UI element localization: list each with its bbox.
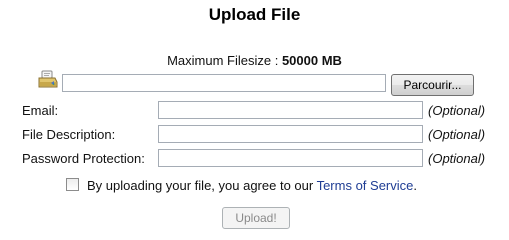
max-filesize-info: Maximum Filesize : 50000 MB	[0, 53, 509, 68]
email-field[interactable]	[158, 101, 423, 119]
upload-button[interactable]: Upload!	[222, 207, 290, 229]
terms-text: By uploading your file, you agree to our	[87, 178, 317, 193]
terms-statement: By uploading your file, you agree to our…	[87, 177, 417, 194]
description-label: File Description:	[22, 127, 116, 142]
file-path-field[interactable]	[62, 74, 386, 92]
description-field[interactable]	[158, 125, 423, 143]
browse-button[interactable]: Parcourir...	[391, 74, 474, 96]
email-label: Email:	[22, 103, 59, 118]
terms-checkbox[interactable]	[66, 178, 79, 191]
max-filesize-value: 50000 MB	[281, 53, 342, 68]
max-filesize-label: Maximum Filesize :	[167, 53, 282, 68]
password-label: Password Protection:	[22, 151, 145, 166]
email-optional-hint: (Optional)	[428, 103, 486, 118]
password-field[interactable]	[158, 149, 423, 167]
terms-suffix: .	[413, 178, 418, 193]
file-drive-icon	[37, 70, 59, 90]
terms-of-service-link[interactable]: Terms of Service	[317, 178, 414, 193]
description-optional-hint: (Optional)	[428, 127, 486, 142]
page-title: Upload File	[208, 5, 301, 24]
password-optional-hint: (Optional)	[428, 151, 486, 166]
